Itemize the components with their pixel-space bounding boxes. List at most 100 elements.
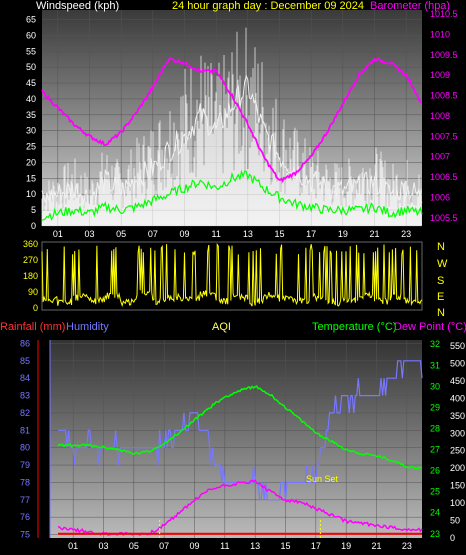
- hour-tick-label: 09: [189, 541, 199, 551]
- humidity-tick-label: 79: [20, 460, 30, 470]
- wind-tick-label: 50: [26, 62, 36, 72]
- hour-tick-label: 15: [280, 541, 290, 551]
- barometer-tick-label: 1006.5: [430, 172, 458, 182]
- wind-tick-label: 45: [26, 78, 36, 88]
- barometer-axis-title: Barometer (hpa): [370, 0, 450, 12]
- aqi-tick-label: 100: [450, 498, 465, 508]
- direction-label-n-top: N: [437, 241, 445, 253]
- hour-tick-label: 05: [129, 541, 139, 551]
- aqi-tick-label: 50: [450, 516, 460, 526]
- hour-tick-label: 21: [371, 541, 381, 551]
- hour-tick-label: 13: [243, 229, 253, 239]
- aqi-tick-label: 250: [450, 446, 465, 456]
- aqi-tick-label: 450: [450, 376, 465, 386]
- temperature-tick-label: 24: [430, 508, 440, 518]
- hour-tick-label: 15: [274, 229, 284, 239]
- hour-tick-label: 07: [148, 229, 158, 239]
- direction-tick-label: 0: [33, 303, 38, 313]
- barometer-tick-label: 1005.5: [430, 213, 458, 223]
- humidity-tick-label: 83: [20, 391, 30, 401]
- sunset-annotation: Sun Set: [306, 474, 339, 484]
- wind-tick-label: 5: [31, 205, 36, 215]
- humidity-tick-label: 80: [20, 443, 30, 453]
- aqi-tick-label: 500: [450, 358, 465, 368]
- wind-tick-label: 25: [26, 142, 36, 152]
- humidity-axis-title: Humidity: [66, 321, 109, 333]
- wind-tick-label: 30: [26, 126, 36, 136]
- barometer-tick-label: 1007: [430, 152, 450, 162]
- barometer-tick-label: 1007.5: [430, 131, 458, 141]
- humidity-tick-label: 75: [20, 530, 30, 540]
- humidity-tick-label: 78: [20, 477, 30, 487]
- wind-tick-label: 55: [26, 46, 36, 56]
- hour-tick-label: 03: [98, 541, 108, 551]
- hour-tick-label: 19: [338, 229, 348, 239]
- wind-tick-label: 10: [26, 189, 36, 199]
- hour-tick-label: 11: [220, 541, 229, 551]
- hour-tick-label: 19: [341, 541, 351, 551]
- temperature-tick-label: 32: [430, 339, 440, 349]
- barometer-tick-label: 1010: [430, 29, 450, 39]
- wind-tick-label: 20: [26, 157, 36, 167]
- wind-tick-label: 40: [26, 94, 36, 104]
- humidity-tick-label: 84: [20, 373, 30, 383]
- hour-tick-label: 17: [306, 229, 316, 239]
- hour-tick-label: 17: [311, 541, 321, 551]
- wind-tick-label: 15: [26, 173, 36, 183]
- wind-tick-label: 35: [26, 110, 36, 120]
- temperature-tick-label: 26: [430, 466, 440, 476]
- hour-tick-label: 13: [250, 541, 260, 551]
- direction-tick-label: 270: [23, 255, 38, 265]
- wind-tick-label: 60: [26, 30, 36, 40]
- humidity-tick-label: 82: [20, 408, 30, 418]
- wind-tick-label: 65: [26, 15, 36, 25]
- aqi-tick-label: 150: [450, 481, 465, 491]
- chart-title: 24 hour graph day : December 09 2024: [172, 0, 364, 12]
- direction-label-s: S: [437, 275, 444, 287]
- hour-tick-label: 03: [84, 229, 94, 239]
- temperature-tick-label: 27: [430, 445, 440, 455]
- humidity-tick-label: 76: [20, 512, 30, 522]
- direction-tick-label: 180: [23, 271, 38, 281]
- direction-tick-label: 90: [28, 287, 38, 297]
- direction-panel-axis: 0 90 180 270 360: [23, 239, 38, 313]
- rainfall-axis-title: Rainfall (mm): [0, 321, 65, 333]
- temperature-tick-label: 29: [430, 402, 440, 412]
- barometer-tick-label: 1009: [430, 70, 450, 80]
- hour-tick-label: 01: [68, 541, 78, 551]
- humidity-tick-label: 81: [20, 425, 30, 435]
- barometer-tick-label: 1009.5: [430, 50, 458, 60]
- hour-tick-label: 07: [159, 541, 169, 551]
- temp-panel-bg: [50, 340, 422, 538]
- temperature-tick-label: 30: [430, 381, 440, 391]
- aqi-axis-title: AQI: [212, 321, 231, 333]
- barometer-tick-label: 1008: [430, 111, 450, 121]
- chart-canvas: 0510152025303540455055606501 03 05 07 09 11 13…: [0, 0, 466, 551]
- aqi-tick-label: 200: [450, 463, 465, 473]
- hour-tick-label: 23: [401, 229, 411, 239]
- temperature-tick-label: 28: [430, 423, 440, 433]
- direction-label-n-bottom: N: [437, 307, 445, 319]
- temperature-tick-label: 31: [430, 360, 440, 370]
- dewpoint-axis-title: Dew Point (°C): [394, 321, 466, 333]
- hour-tick-label: 09: [179, 229, 189, 239]
- humidity-tick-label: 77: [20, 495, 30, 505]
- wind-tick-label: 0: [31, 221, 36, 231]
- hour-tick-label: 23: [402, 541, 412, 551]
- aqi-tick-label: 400: [450, 393, 465, 403]
- hour-tick-label: 01: [53, 229, 63, 239]
- hour-tick-label: 05: [116, 229, 126, 239]
- aqi-tick-label: 350: [450, 411, 465, 421]
- weather-graph: 0 5 10 15 20 25 30 35 40 45 50 55 60 65 01 03 05 07 09 11 13…: [0, 0, 466, 555]
- temperature-tick-label: 23: [430, 529, 440, 539]
- wind-axis-title: Windspeed (kph): [36, 0, 119, 12]
- barometer-tick-label: 1006: [430, 192, 450, 202]
- aqi-tick-label: 550: [450, 341, 465, 351]
- aqi-tick-label: 0: [450, 533, 455, 543]
- hour-tick-label: 11: [211, 229, 220, 239]
- direction-label-e: E: [437, 291, 444, 303]
- humidity-tick-label: 86: [20, 338, 30, 348]
- humidity-tick-label: 85: [20, 356, 30, 366]
- aqi-tick-label: 300: [450, 428, 465, 438]
- temperature-axis-title: Temperature (°C): [312, 321, 396, 333]
